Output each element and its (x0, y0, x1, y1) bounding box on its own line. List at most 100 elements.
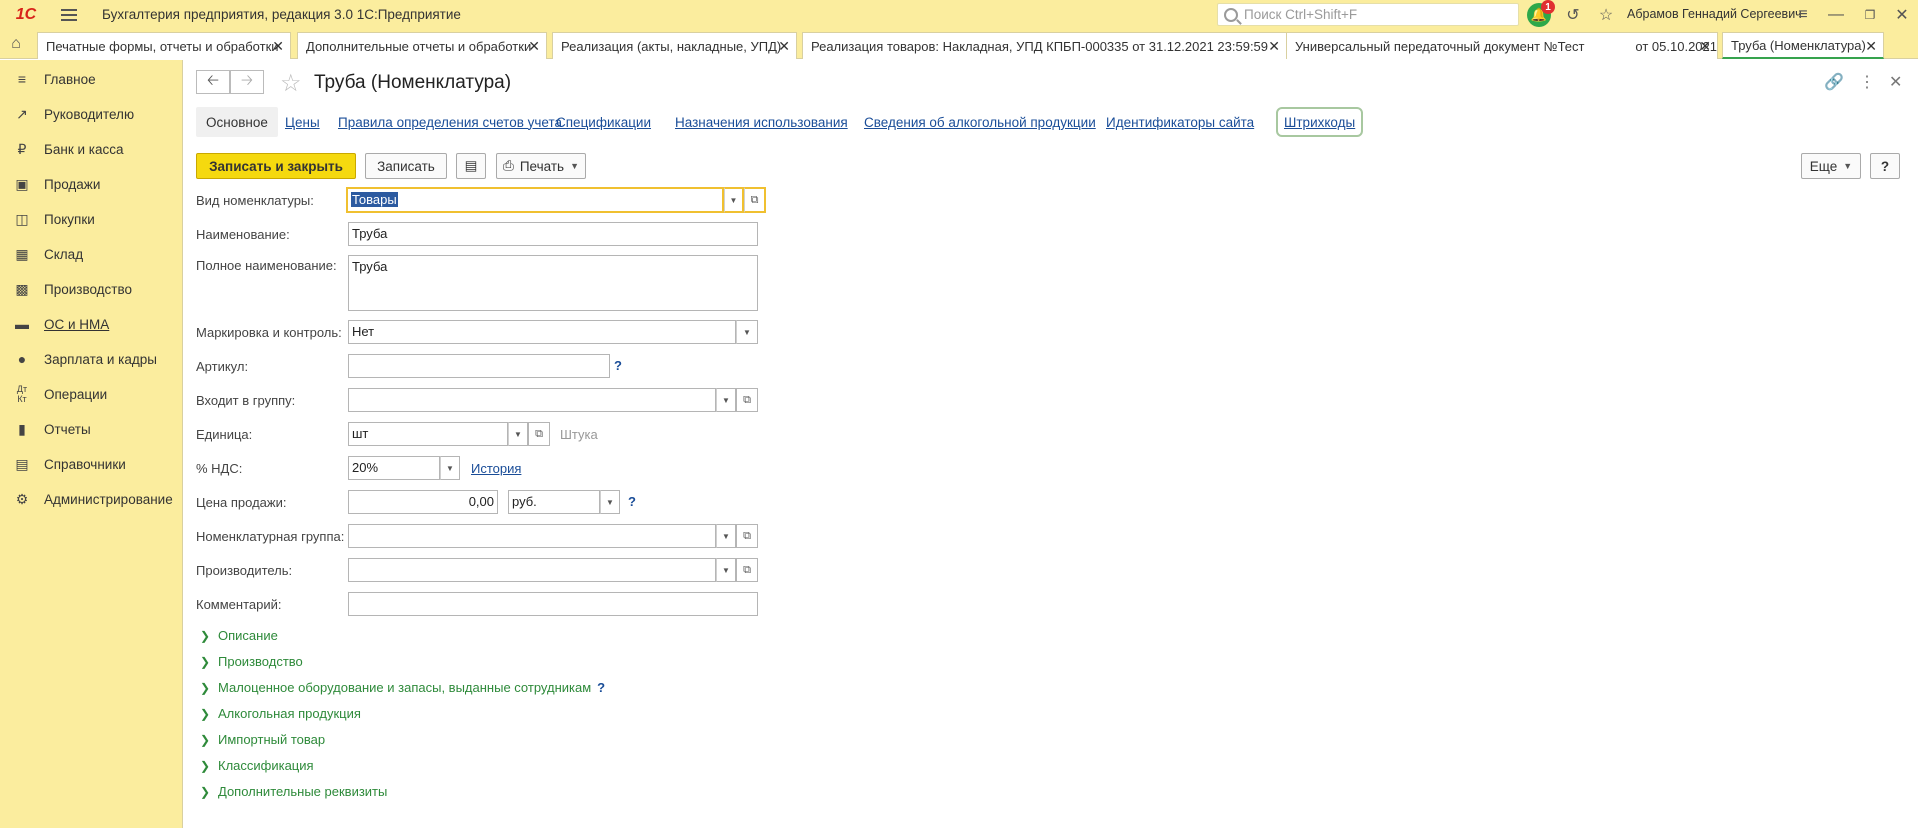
section-barcodes[interactable]: Штрихкоды (1276, 107, 1364, 137)
currency-dropdown[interactable]: ▼ (600, 490, 620, 514)
manufacturer-dropdown[interactable]: ▼ (716, 558, 736, 582)
settings-menu-icon[interactable]: ≡ (1791, 3, 1815, 27)
tab-truba-nomenclature[interactable]: Труба (Номенклатура) ✕ (1722, 32, 1884, 59)
group-dropdown[interactable]: ▼ (716, 388, 736, 412)
close-tab-icon[interactable]: ✕ (272, 38, 284, 55)
sidebar-item-purchases[interactable]: ◫ Покупки (0, 202, 183, 236)
tab-additional-reports[interactable]: Дополнительные отчеты и обработки ✕ (297, 32, 547, 59)
vat-dropdown[interactable]: ▼ (440, 456, 460, 480)
close-window-icon[interactable]: ✕ (1890, 3, 1914, 27)
unit-dropdown[interactable]: ▼ (508, 422, 528, 446)
low-value-help-icon[interactable]: ? (597, 680, 605, 695)
favorite-star-icon[interactable]: ☆ (280, 69, 302, 98)
unit-full-name: Штука (560, 427, 598, 442)
chevron-down-icon: ▼ (570, 161, 579, 171)
sidebar-item-operations[interactable]: Дт Кт Операции (0, 377, 183, 411)
sidebar-item-fixed-assets[interactable]: ▬ ОС и НМА (0, 307, 183, 341)
save-and-close-button[interactable]: Записать и закрыть (196, 153, 356, 179)
currency-field[interactable]: руб. (508, 490, 600, 514)
section-main[interactable]: Основное (196, 107, 278, 137)
print-button[interactable]: ⎙ Печать ▼ (496, 153, 586, 179)
marking-field[interactable]: Нет (348, 320, 736, 344)
restore-window-icon[interactable]: ❐ (1858, 3, 1882, 27)
close-form-icon[interactable]: ✕ (1889, 72, 1902, 92)
section-alcohol-info[interactable]: Сведения об алкогольной продукции (864, 107, 1096, 137)
group-classification[interactable]: ❯ Классификация (200, 758, 314, 773)
app-logo[interactable]: 1С (8, 0, 44, 29)
history-icon[interactable]: ↺ (1561, 3, 1585, 27)
current-user[interactable]: Абрамов Геннадий Сергеевич (1627, 7, 1802, 21)
sidebar-item-manager[interactable]: ↗ Руководителю (0, 97, 183, 131)
group-import[interactable]: ❯ Импортный товар (200, 732, 325, 747)
more-actions-icon[interactable]: ⋮ (1859, 72, 1875, 92)
sidebar-item-bank[interactable]: ₽ Банк и касса (0, 132, 183, 166)
nom-group-open-icon[interactable]: ⧉ (736, 524, 758, 548)
link-icon[interactable]: 🔗 (1824, 72, 1844, 92)
group-description[interactable]: ❯ Описание (200, 628, 278, 643)
back-button[interactable]: 🡠 (196, 70, 230, 94)
close-tab-icon[interactable]: ✕ (1865, 38, 1877, 55)
minimize-window-icon[interactable]: — (1824, 3, 1848, 27)
home-icon[interactable]: ⌂ (0, 29, 32, 59)
favorites-star-icon[interactable]: ☆ (1594, 3, 1618, 27)
forward-button[interactable]: 🡢 (230, 70, 264, 94)
manufacturer-open-icon[interactable]: ⧉ (736, 558, 758, 582)
vat-history-link[interactable]: История (471, 461, 521, 476)
chevron-right-icon: ❯ (200, 654, 211, 669)
sidebar-item-sales[interactable]: ▣ Продажи (0, 167, 183, 201)
sidebar-item-main[interactable]: ≡ Главное (0, 62, 183, 96)
group-low-value-equipment[interactable]: ❯ Малоценное оборудование и запасы, выдан… (200, 680, 605, 695)
close-tab-icon[interactable]: ✕ (778, 38, 790, 55)
global-search-input[interactable]: Поиск Ctrl+Shift+F (1217, 3, 1519, 26)
tab-sales-list[interactable]: Реализация (акты, накладные, УПД) ✕ (552, 32, 797, 59)
section-prices[interactable]: Цены (285, 107, 320, 137)
unit-open-icon[interactable]: ⧉ (528, 422, 550, 446)
document-icon[interactable]: ▤ (456, 153, 486, 179)
search-icon (1224, 7, 1238, 22)
save-button[interactable]: Записать (365, 153, 447, 179)
more-button[interactable]: Еще ▼ (1801, 153, 1861, 179)
group-field[interactable] (348, 388, 716, 412)
full-name-field[interactable]: Труба (348, 255, 758, 311)
tab-upd-test[interactable]: Универсальный передаточный документ №Тес… (1286, 32, 1718, 59)
help-button[interactable]: ? (1870, 153, 1900, 179)
comment-field[interactable] (348, 592, 758, 616)
group-alcohol[interactable]: ❯ Алкогольная продукция (200, 706, 361, 721)
kind-field[interactable]: Товары (346, 187, 724, 213)
article-field[interactable] (348, 354, 610, 378)
group-additional-attributes[interactable]: ❯ Дополнительные реквизиты (200, 784, 387, 799)
manufacturer-field[interactable] (348, 558, 716, 582)
close-tab-icon[interactable]: ✕ (1699, 38, 1711, 55)
vat-field[interactable]: 20% (348, 456, 440, 480)
marking-dropdown[interactable]: ▼ (736, 320, 758, 344)
section-specifications[interactable]: Спецификации (556, 107, 651, 137)
close-tab-icon[interactable]: ✕ (528, 38, 540, 55)
nom-group-field[interactable] (348, 524, 716, 548)
price-field[interactable]: 0,00 (348, 490, 498, 514)
sidebar-item-warehouse[interactable]: ▦ Склад (0, 237, 183, 271)
price-help-icon[interactable]: ? (628, 494, 636, 509)
tab-sales-document[interactable]: Реализация товаров: Накладная, УПД КПБП-… (802, 32, 1287, 59)
close-tab-icon[interactable]: ✕ (1268, 38, 1280, 55)
name-field[interactable]: Труба (348, 222, 758, 246)
main-menu-icon[interactable] (56, 0, 82, 29)
group-production[interactable]: ❯ Производство (200, 654, 303, 669)
bag-icon: ▣ (15, 175, 29, 192)
article-help-icon[interactable]: ? (614, 358, 622, 373)
nom-group-label: Номенклатурная группа: (196, 529, 345, 544)
sidebar-item-directories[interactable]: ▤ Справочники (0, 447, 183, 481)
sidebar-item-reports[interactable]: ▮ Отчеты (0, 412, 183, 446)
sidebar-item-production[interactable]: ▩ Производство (0, 272, 183, 306)
kind-dropdown[interactable]: ▼ (724, 187, 744, 213)
kind-open-icon[interactable]: ⧉ (744, 187, 766, 213)
section-site-ids[interactable]: Идентификаторы сайта (1106, 107, 1254, 137)
section-usage[interactable]: Назначения использования (675, 107, 848, 137)
sidebar-item-salary[interactable]: ● Зарплата и кадры (0, 342, 183, 376)
group-open-icon[interactable]: ⧉ (736, 388, 758, 412)
nom-group-dropdown[interactable]: ▼ (716, 524, 736, 548)
price-label: Цена продажи: (196, 495, 287, 510)
unit-field[interactable]: шт (348, 422, 508, 446)
section-account-rules[interactable]: Правила определения счетов учета (338, 107, 562, 137)
sidebar-item-administration[interactable]: ⚙ Администрирование (0, 482, 183, 516)
tab-print-forms[interactable]: Печатные формы, отчеты и обработки ✕ (37, 32, 291, 59)
